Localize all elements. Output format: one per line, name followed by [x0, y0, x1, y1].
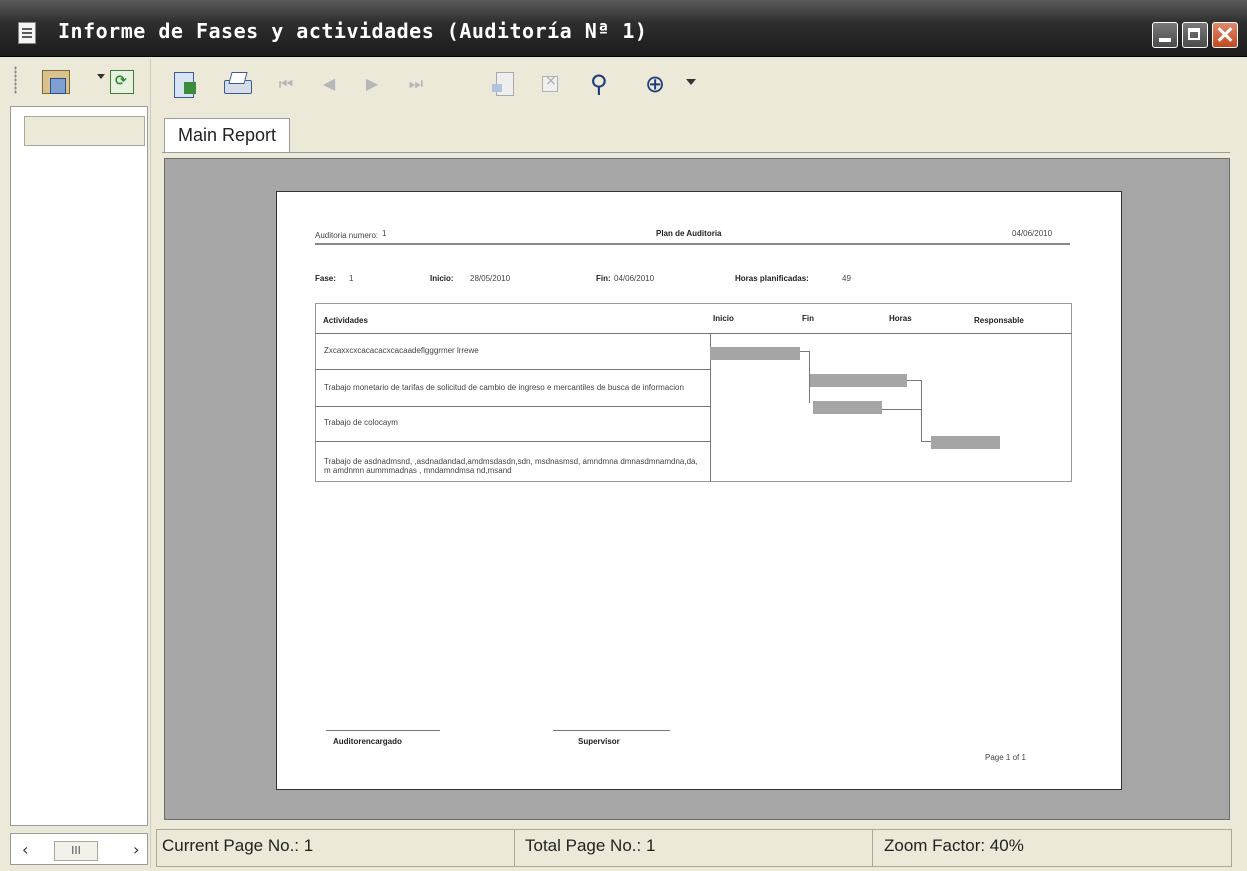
table-row-actividad: Zxcaxxcxcacacacxcacaadeflgggrmer lrrewe [324, 346, 479, 355]
column-fin: Fin [802, 314, 814, 323]
fase-inicio-label: Inicio: [430, 274, 454, 283]
page-number: Page 1 of 1 [985, 753, 1026, 762]
auditoria-value: 1 [382, 229, 387, 238]
auditoria-label: Auditoria numero: [315, 231, 379, 240]
fase-value: 1 [349, 274, 354, 283]
gantt-connector [882, 409, 921, 410]
column-responsable: Responsable [974, 316, 1024, 325]
report-viewer-window: Informe de Fases y actividades (Auditorí… [0, 0, 1247, 871]
gantt-connector [921, 441, 931, 442]
group-tree-header [24, 116, 145, 146]
tab-divider [162, 152, 1230, 153]
scroll-left-icon[interactable]: ‹ [22, 840, 28, 859]
window-title: Informe de Fases y actividades (Auditorí… [58, 19, 648, 43]
gantt-bar [710, 347, 800, 360]
status-zoom: Zoom Factor: 40% [884, 836, 1024, 855]
table-header-divider [315, 333, 1072, 334]
status-separator [872, 830, 873, 866]
report-date: 04/06/2010 [1012, 229, 1053, 238]
table-row-actividad: Trabajo de colocaym [324, 418, 398, 427]
search-icon[interactable]: ⚲ [590, 70, 608, 98]
toolbar-grip[interactable] [14, 66, 17, 94]
table-row-divider [315, 441, 710, 442]
previous-page-icon[interactable]: ◀ [319, 74, 339, 94]
export-icon[interactable] [168, 68, 200, 100]
print-icon[interactable] [220, 68, 252, 100]
horas-planificadas-value: 49 [842, 274, 851, 283]
report-page [276, 191, 1122, 790]
last-page-icon[interactable]: ⏭ [406, 74, 426, 94]
status-total-page: Total Page No.: 1 [525, 836, 656, 855]
signature-line [553, 730, 670, 731]
gantt-bar [810, 374, 907, 387]
next-page-icon[interactable]: ▶ [362, 74, 382, 94]
gantt-connector [800, 351, 809, 352]
first-page-icon[interactable]: ⏮ [276, 74, 296, 94]
chevron-down-icon[interactable] [686, 79, 696, 85]
zoom-icon[interactable]: ⊕ [645, 70, 665, 98]
gantt-bar [931, 436, 1000, 449]
goto-page-icon[interactable] [488, 68, 520, 100]
group-tree-panel[interactable] [10, 106, 148, 826]
signature-line [326, 730, 440, 731]
chevron-down-icon[interactable] [97, 74, 105, 79]
minimize-button[interactable] [1152, 22, 1178, 48]
stop-icon[interactable] [532, 68, 564, 100]
signature-supervisor: Supervisor [578, 737, 620, 746]
status-separator [514, 830, 515, 866]
fase-label: Fase: [315, 274, 336, 283]
scrollbar-thumb[interactable]: III [54, 841, 98, 861]
scroll-right-icon[interactable]: › [133, 840, 139, 859]
table-row-actividad: Trabajo monetario de tarifas de solicitu… [324, 383, 684, 392]
table-row-actividad: Trabajo de asdnadmsnd, ,asdnadandad,amdm… [324, 457, 698, 475]
gantt-connector [809, 351, 810, 403]
activities-table [315, 303, 1072, 482]
signature-auditor: Auditorencargado [333, 737, 402, 746]
maximize-button[interactable] [1182, 22, 1208, 48]
report-title: Plan de Auditoria [656, 229, 722, 238]
horas-planificadas-label: Horas planificadas: [735, 274, 809, 283]
table-row-divider [315, 369, 710, 370]
refresh-icon[interactable]: ⟳ [110, 70, 134, 94]
header-divider [315, 243, 1070, 245]
panel-splitter[interactable] [150, 58, 157, 868]
column-horas: Horas [889, 314, 912, 323]
column-actividades: Actividades [323, 316, 368, 325]
status-bar [156, 829, 1232, 867]
gantt-bar [813, 401, 882, 414]
fase-fin-value: 04/06/2010 [614, 274, 655, 283]
fase-inicio-value: 28/05/2010 [470, 274, 511, 283]
close-button[interactable] [1212, 22, 1238, 48]
column-inicio: Inicio [713, 314, 734, 323]
status-current-page: Current Page No.: 1 [162, 836, 314, 855]
fase-fin-label: Fin: [596, 274, 611, 283]
tab-main-report[interactable]: Main Report [164, 118, 290, 152]
document-icon [18, 22, 36, 44]
gantt-connector [921, 380, 922, 442]
toggle-group-tree-icon[interactable] [40, 68, 70, 96]
table-row-divider [315, 406, 710, 407]
gantt-connector [907, 380, 922, 381]
